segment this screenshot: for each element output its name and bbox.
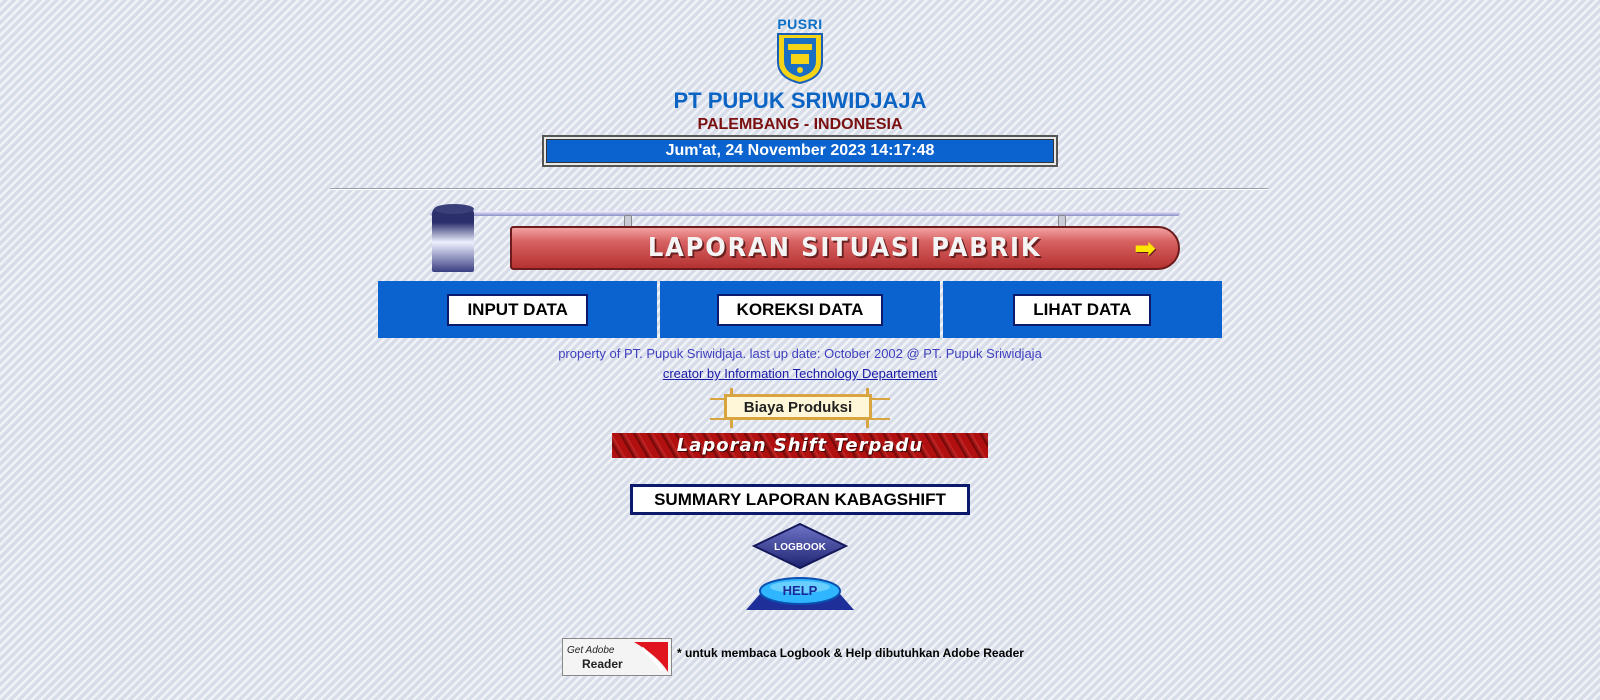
adobe-reader-icon: Get Adobe Reader [562,638,672,676]
logbook-button[interactable]: LOGBOOK [751,522,849,570]
adobe-get-label: Get Adobe [567,645,615,656]
action-cell: INPUT DATA [378,281,658,338]
logo-text: PUSRI [777,16,823,32]
action-cell: KOREKSI DATA [660,281,940,338]
biaya-produksi-label: Biaya Produksi [724,394,872,420]
logbook-diamond-icon: LOGBOOK [751,522,849,570]
datetime-box: Jum'at, 24 November 2023 14:17:48 [542,135,1058,167]
koreksi-data-button[interactable]: KOREKSI DATA [716,293,884,326]
adobe-reader-label: Reader [582,657,623,671]
banner-title: LAPORAN SITUASI PABRIK [648,233,1042,263]
adobe-note: * untuk membaca Logbook & Help dibutuhka… [677,646,1024,660]
company-name: PT PUPUK SRIWIDJAJA [673,88,927,113]
biaya-produksi-link[interactable]: Biaya Produksi [710,388,890,428]
action-bar: INPUT DATA KOREKSI DATA LIHAT DATA [378,281,1222,338]
banner-cylinder-top [434,204,474,214]
summary-laporan-button[interactable]: SUMMARY LAPORAN KABAGSHIFT [630,484,970,515]
lihat-data-button[interactable]: LIHAT DATA [1013,293,1152,326]
company-city: PALEMBANG - INDONESIA [697,116,903,133]
banner-rail [430,211,1180,216]
input-data-button[interactable]: INPUT DATA [447,293,588,326]
property-text: property of PT. Pupuk Sriwidjaja. last u… [558,346,1042,361]
help-button[interactable]: HELP [740,576,860,612]
action-cell: LIHAT DATA [942,281,1222,338]
laporan-shift-link[interactable]: Laporan Shift Terpadu [612,433,988,458]
laporan-situasi-banner[interactable]: LAPORAN SITUASI PABRIK ➡ [414,204,1184,276]
creator-link[interactable]: creator by Information Technology Depart… [0,366,1600,381]
logbook-label: LOGBOOK [774,542,826,553]
help-button-icon: HELP [746,577,854,610]
get-adobe-reader-badge[interactable]: Get Adobe Reader [562,638,672,676]
banner-pill[interactable]: LAPORAN SITUASI PABRIK ➡ [510,226,1180,270]
banner-cylinder [432,206,474,272]
help-label: HELP [783,583,818,598]
arrow-right-icon: ➡ [1134,234,1156,264]
datetime-text: Jum'at, 24 November 2023 14:17:48 [546,139,1054,163]
logo-emblem-icon [777,33,823,85]
pusri-logo: PUSRI [773,16,827,85]
divider [330,188,1268,190]
